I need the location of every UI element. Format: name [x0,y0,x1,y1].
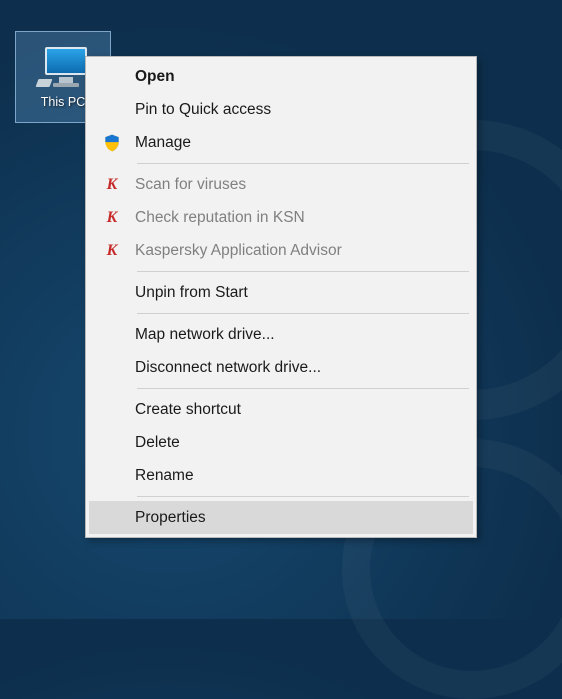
kaspersky-icon: K [89,210,135,226]
menu-separator [137,496,469,497]
menu-item-rename[interactable]: Rename [89,459,473,492]
menu-item-properties[interactable]: Properties [89,501,473,534]
menu-separator [137,313,469,314]
menu-item-scan-viruses[interactable]: K Scan for viruses [89,168,473,201]
menu-item-check-ksn[interactable]: K Check reputation in KSN [89,201,473,234]
context-menu: Open Pin to Quick access Manage K Scan f… [85,56,477,538]
menu-item-pin-quick-access[interactable]: Pin to Quick access [89,93,473,126]
menu-separator [137,163,469,164]
shield-icon [89,133,135,153]
menu-separator [137,388,469,389]
menu-item-open[interactable]: Open [89,60,473,93]
menu-item-disconnect-network-drive[interactable]: Disconnect network drive... [89,351,473,384]
menu-item-manage[interactable]: Manage [89,126,473,159]
kaspersky-icon: K [89,177,135,193]
computer-icon [37,47,89,89]
menu-item-kaspersky-advisor[interactable]: K Kaspersky Application Advisor [89,234,473,267]
menu-item-map-network-drive[interactable]: Map network drive... [89,318,473,351]
menu-item-create-shortcut[interactable]: Create shortcut [89,393,473,426]
menu-item-unpin-start[interactable]: Unpin from Start [89,276,473,309]
menu-separator [137,271,469,272]
menu-item-delete[interactable]: Delete [89,426,473,459]
desktop-icon-label: This PC [41,95,85,109]
kaspersky-icon: K [89,243,135,259]
